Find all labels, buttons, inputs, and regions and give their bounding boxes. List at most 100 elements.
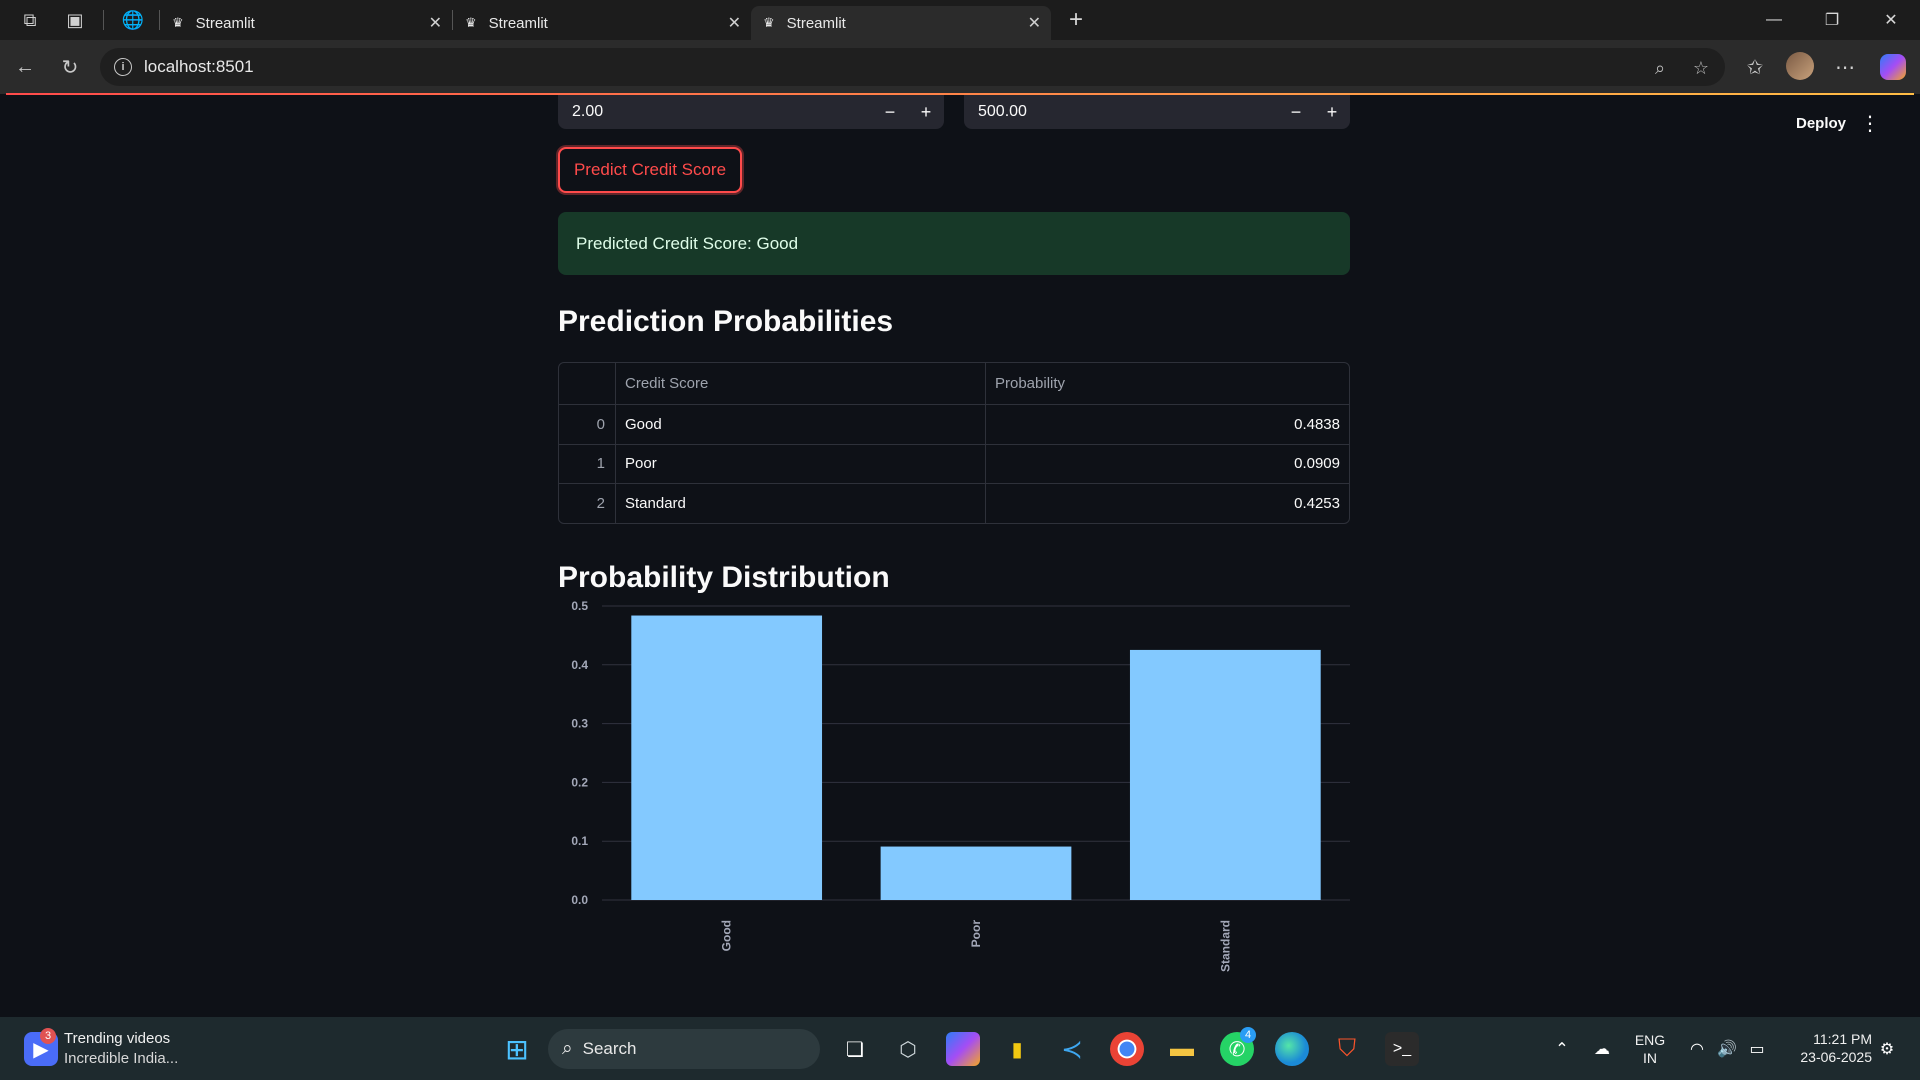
x-tick-label: Poor: [969, 920, 983, 948]
favorite-star-icon[interactable]: ☆: [1690, 57, 1712, 79]
predict-credit-score-button[interactable]: Predict Credit Score: [558, 147, 742, 193]
cell-probability: 0.4838: [1294, 415, 1340, 433]
workspaces-icon[interactable]: ⧉: [10, 0, 50, 40]
search-label: Search: [582, 1039, 637, 1058]
profile-avatar[interactable]: [1786, 52, 1814, 80]
power-bi-icon[interactable]: ▮: [1000, 1032, 1034, 1066]
table-row[interactable]: 2 Standard 0.4253: [559, 483, 1349, 523]
clock-date: 23-06-2025: [1800, 1049, 1872, 1065]
cell-credit-score: Standard: [616, 484, 986, 523]
browser-tab-2[interactable]: ♛ Streamlit ✕: [453, 6, 751, 40]
row-index: 1: [559, 444, 616, 483]
vertical-tabs-icon[interactable]: ▣: [55, 0, 95, 40]
restore-button[interactable]: ❐: [1803, 0, 1861, 40]
main-menu-icon[interactable]: ⋮: [1860, 111, 1880, 136]
url-text: localhost:8501: [144, 57, 254, 76]
streamlit-icon: ♛: [172, 15, 184, 30]
y-tick-label: 0.5: [571, 600, 588, 613]
browser-tab-3[interactable]: ♛ Streamlit ✕: [751, 6, 1051, 40]
decrement-button[interactable]: −: [874, 99, 906, 125]
table-header-row: Credit Score Probability: [559, 363, 1349, 404]
column-header-credit-score[interactable]: Credit Score: [616, 363, 986, 404]
search-icon: ⌕: [562, 1038, 573, 1059]
clock[interactable]: 11:21 PM 23-06-2025: [1782, 1030, 1872, 1066]
index-header: [559, 363, 616, 404]
y-tick-label: 0.1: [571, 834, 588, 848]
copilot-icon[interactable]: [1880, 54, 1906, 80]
close-tab-icon[interactable]: ✕: [429, 13, 442, 33]
bar-poor[interactable]: [880, 846, 1072, 900]
cell-credit-score: Poor: [616, 444, 986, 483]
close-tab-icon[interactable]: ✕: [1028, 13, 1041, 33]
tab-title: Streamlit: [488, 14, 548, 32]
more-options-icon[interactable]: ⋯: [1830, 52, 1860, 82]
file-explorer-icon[interactable]: ▬: [1165, 1032, 1199, 1066]
number-input-1[interactable]: 2.00 − +: [558, 95, 944, 129]
language-indicator[interactable]: ENG IN: [1630, 1031, 1670, 1067]
close-window-button[interactable]: ✕: [1862, 0, 1920, 40]
y-tick-label: 0.4: [571, 658, 588, 672]
refresh-button[interactable]: ↻: [55, 52, 85, 82]
table-row[interactable]: 0 Good 0.4838: [559, 404, 1349, 444]
task-view-icon[interactable]: ❏: [838, 1032, 872, 1066]
number-input-2[interactable]: 500.00 − +: [964, 95, 1350, 129]
back-button[interactable]: ←: [10, 52, 40, 82]
cell-probability: 0.4253: [1294, 494, 1340, 512]
prediction-probabilities-heading: Prediction Probabilities: [558, 305, 894, 338]
widget-subtitle[interactable]: Incredible India...: [64, 1050, 178, 1067]
language-line1: ENG: [1634, 1032, 1666, 1048]
number-input-value: 500.00: [978, 103, 1027, 120]
y-tick-label: 0.0: [571, 893, 588, 907]
probability-distribution-heading: Probability Distribution: [558, 561, 890, 594]
app-icon[interactable]: ⬡: [891, 1032, 925, 1066]
bar-good[interactable]: [631, 615, 823, 900]
increment-button[interactable]: +: [910, 99, 942, 125]
new-tab-button[interactable]: +: [1061, 6, 1091, 34]
terminal-icon[interactable]: >_: [1385, 1032, 1419, 1066]
tab-title: Streamlit: [786, 14, 846, 32]
start-icon[interactable]: ⊞: [500, 1032, 534, 1066]
address-bar[interactable]: i localhost:8501: [100, 48, 1725, 86]
wifi-icon[interactable]: ◠: [1680, 1032, 1714, 1066]
copilot-app-icon[interactable]: [946, 1032, 980, 1066]
column-header-probability[interactable]: Probability: [986, 363, 1349, 404]
browser-tab-strip: ⧉ ▣ 🌐 ♛ Streamlit ✕ ♛ Streamlit ✕ ♛ Stre…: [0, 0, 1920, 40]
x-tick-label: Good: [720, 920, 734, 951]
globe-icon[interactable]: 🌐: [113, 0, 153, 40]
taskbar-search[interactable]: ⌕ Search: [548, 1029, 820, 1069]
chrome-icon[interactable]: [1110, 1032, 1144, 1066]
probability-bar-chart[interactable]: 0.0 0.1 0.2 0.3 0.4 0.5 Good Poor Standard: [558, 600, 1358, 1000]
zoom-icon[interactable]: ⌕: [1649, 57, 1671, 79]
brave-icon[interactable]: ⛉: [1330, 1032, 1364, 1066]
edge-icon[interactable]: [1275, 1032, 1309, 1066]
increment-button[interactable]: +: [1316, 99, 1348, 125]
x-tick-label: Standard: [1218, 920, 1232, 972]
success-alert: Predicted Credit Score: Good: [558, 212, 1350, 275]
tab-title: Streamlit: [195, 14, 255, 32]
deploy-button[interactable]: Deploy: [1796, 115, 1846, 132]
favorites-icon[interactable]: ✩: [1740, 52, 1770, 82]
browser-toolbar: ← ↻ i localhost:8501 ⌕ ☆ ✩ ⋯: [0, 40, 1920, 94]
site-info-icon[interactable]: i: [114, 58, 132, 76]
cell-credit-score: Good: [616, 405, 986, 444]
whatsapp-badge: 4: [1240, 1027, 1256, 1043]
volume-icon[interactable]: 🔊: [1710, 1032, 1744, 1066]
onedrive-icon[interactable]: ☁: [1585, 1032, 1619, 1066]
show-hidden-icons[interactable]: ⌃: [1545, 1032, 1579, 1066]
close-tab-icon[interactable]: ✕: [728, 13, 741, 33]
notification-icon[interactable]: ⚙: [1870, 1032, 1904, 1066]
battery-icon[interactable]: ▭: [1740, 1032, 1774, 1066]
decrement-button[interactable]: −: [1280, 99, 1312, 125]
clock-time: 11:21 PM: [1813, 1031, 1872, 1047]
bar-standard[interactable]: [1129, 649, 1321, 900]
widget-title[interactable]: Trending videos: [64, 1030, 170, 1047]
minimize-button[interactable]: —: [1745, 0, 1803, 40]
probability-table[interactable]: Credit Score Probability 0 Good 0.4838 1…: [558, 362, 1350, 524]
table-row[interactable]: 1 Poor 0.0909: [559, 443, 1349, 483]
streamlit-icon: ♛: [763, 15, 775, 30]
cell-probability: 0.0909: [1294, 455, 1340, 473]
browser-tab-1[interactable]: ♛ Streamlit ✕: [160, 6, 452, 40]
vscode-icon[interactable]: ≺: [1055, 1032, 1089, 1066]
widgets-badge: 3: [40, 1028, 56, 1044]
number-input-value: 2.00: [572, 103, 604, 120]
